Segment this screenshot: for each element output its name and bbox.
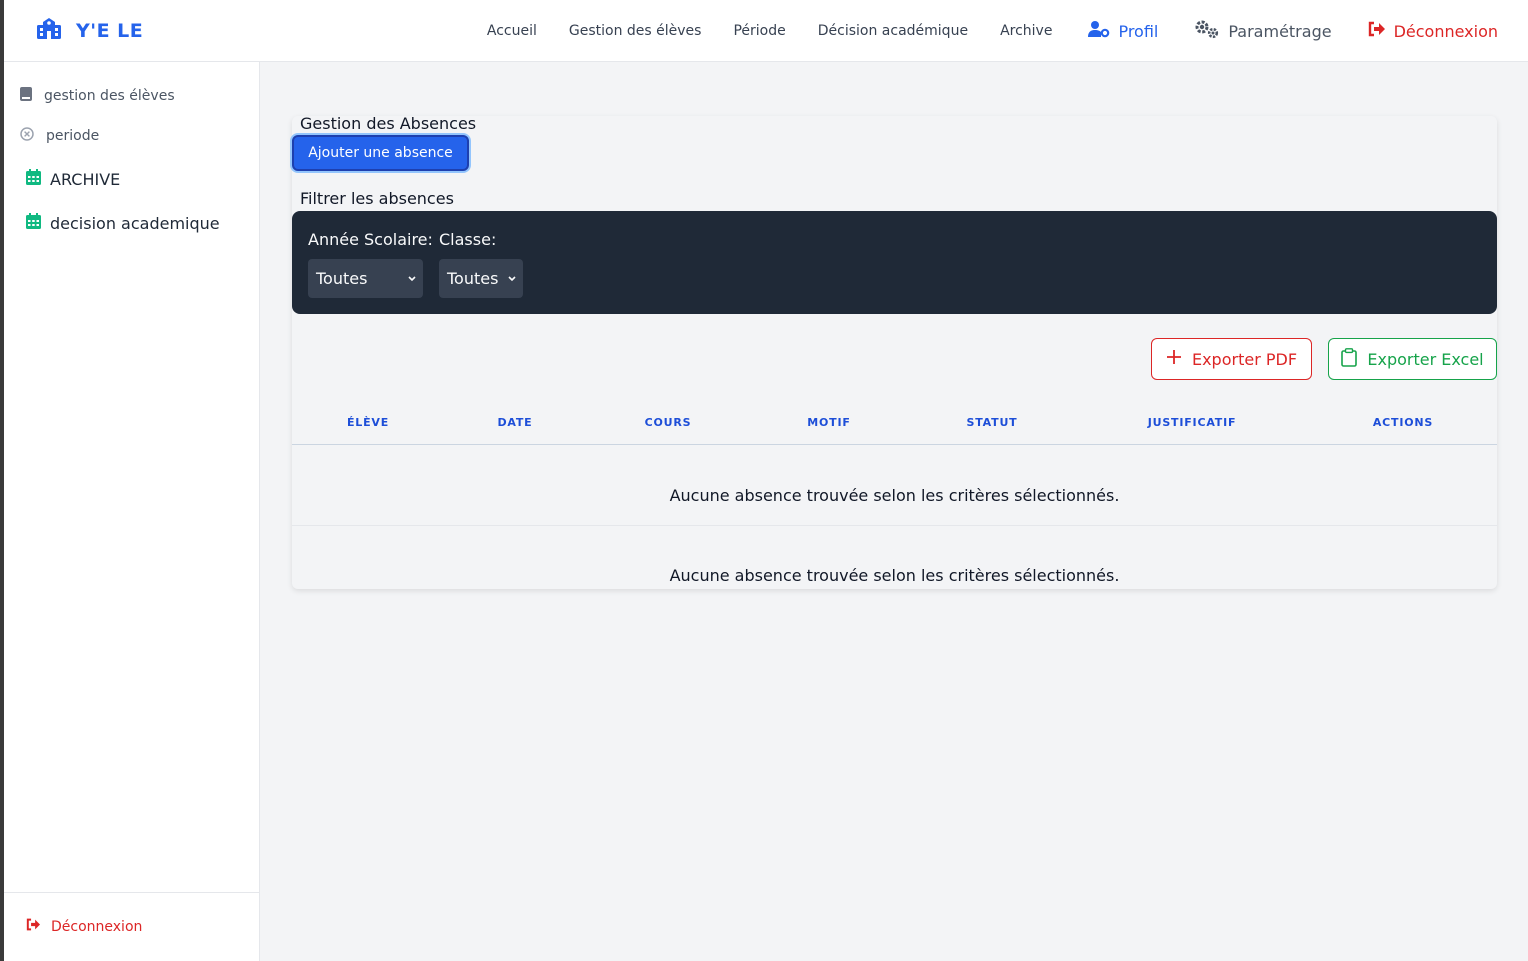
brand-name: Y'E LE bbox=[76, 20, 144, 42]
filter-title: Filtrer les absences bbox=[300, 189, 454, 208]
nav-parametrage[interactable]: Paramétrage bbox=[1194, 19, 1332, 43]
clipboard-icon bbox=[1341, 347, 1358, 371]
chevron-down-icon bbox=[507, 271, 517, 290]
export-pdf-button[interactable]: Exporter PDF bbox=[1151, 338, 1312, 380]
top-navbar: Y'E LE Accueil Gestion des élèves Périod… bbox=[4, 0, 1528, 62]
main-nav: Accueil Gestion des élèves Période Décis… bbox=[455, 0, 1498, 62]
classe-select[interactable]: Toutes bbox=[439, 259, 523, 298]
nav-archive[interactable]: Archive bbox=[1000, 23, 1052, 39]
plus-icon bbox=[1166, 349, 1182, 369]
column-header-actions[interactable]: ACTIONS bbox=[1373, 416, 1433, 429]
sidebar-logout-button[interactable]: Déconnexion bbox=[26, 918, 142, 935]
user-gear-icon bbox=[1088, 20, 1110, 42]
chevron-down-icon bbox=[407, 271, 417, 290]
classe-label: Classe: bbox=[439, 230, 497, 249]
sidebar-item-periode[interactable]: periode bbox=[20, 127, 99, 145]
calendar-icon bbox=[26, 169, 41, 189]
book-icon bbox=[20, 87, 32, 105]
column-header-motif[interactable]: MOTIF bbox=[807, 416, 850, 429]
filter-panel: Année Scolaire: Classe: Toutes Toutes bbox=[292, 211, 1497, 314]
sidebar-item-label: ARCHIVE bbox=[50, 169, 121, 189]
circle-x-icon bbox=[20, 127, 34, 145]
export-pdf-label: Exporter PDF bbox=[1191, 349, 1298, 369]
nav-profil-label: Profil bbox=[1118, 21, 1159, 41]
nav-deconnexion-label: Déconnexion bbox=[1393, 21, 1498, 41]
nav-periode[interactable]: Période bbox=[733, 23, 785, 39]
nav-decision-academique[interactable]: Décision académique bbox=[818, 23, 968, 39]
annee-scolaire-value: Toutes bbox=[316, 269, 368, 288]
column-header-eleve[interactable]: ÉLÈVE bbox=[347, 416, 389, 429]
column-header-statut[interactable]: STATUT bbox=[967, 416, 1018, 429]
sidebar-item-archive[interactable]: ARCHIVE bbox=[26, 169, 120, 189]
empty-table-message-secondary: Aucune absence trouvée selon les critère… bbox=[669, 566, 1120, 585]
calendar-icon bbox=[26, 213, 41, 233]
annee-scolaire-select[interactable]: Toutes bbox=[308, 259, 423, 298]
export-excel-button[interactable]: Exporter Excel bbox=[1328, 338, 1497, 380]
add-absence-button[interactable]: Ajouter une absence bbox=[292, 135, 469, 171]
column-header-date[interactable]: DATE bbox=[497, 416, 532, 429]
brand[interactable]: Y'E LE bbox=[36, 18, 143, 44]
sidebar-logout-label: Déconnexion bbox=[51, 918, 143, 935]
sidebar-item-label: gestion des élèves bbox=[44, 88, 175, 104]
empty-table-message: Aucune absence trouvée selon les critère… bbox=[669, 486, 1120, 505]
nav-gestion-eleves[interactable]: Gestion des élèves bbox=[569, 23, 702, 39]
sign-out-icon bbox=[26, 918, 41, 935]
annee-scolaire-label: Année Scolaire: bbox=[308, 230, 433, 249]
sidebar-item-gestion-eleves[interactable]: gestion des élèves bbox=[20, 87, 175, 105]
table-header: ÉLÈVE DATE COURS MOTIF STATUT JUSTIFICAT… bbox=[292, 408, 1497, 445]
classe-value: Toutes bbox=[447, 269, 499, 288]
nav-accueil[interactable]: Accueil bbox=[487, 23, 537, 39]
export-excel-label: Exporter Excel bbox=[1367, 349, 1484, 369]
gears-icon bbox=[1194, 19, 1220, 43]
absences-card: Gestion des Absences Ajouter une absence… bbox=[292, 114, 1497, 589]
page-title: Gestion des Absences bbox=[300, 114, 477, 133]
sign-out-icon bbox=[1368, 21, 1386, 41]
sidebar-item-label: periode bbox=[46, 128, 100, 144]
row-divider bbox=[292, 525, 1497, 526]
column-header-cours[interactable]: COURS bbox=[645, 416, 692, 429]
school-icon bbox=[36, 18, 62, 44]
sidebar-item-label: decision academique bbox=[50, 213, 220, 233]
nav-profil[interactable]: Profil bbox=[1088, 20, 1158, 42]
sidebar: gestion des élèves periode ARCHIVE decis… bbox=[4, 62, 260, 961]
sidebar-footer: Déconnexion bbox=[4, 892, 259, 961]
nav-deconnexion[interactable]: Déconnexion bbox=[1368, 21, 1498, 41]
nav-parametrage-label: Paramétrage bbox=[1228, 21, 1332, 41]
sidebar-item-decision-academique[interactable]: decision academique bbox=[26, 213, 220, 233]
column-header-justificatif[interactable]: JUSTIFICATIF bbox=[1148, 416, 1237, 429]
